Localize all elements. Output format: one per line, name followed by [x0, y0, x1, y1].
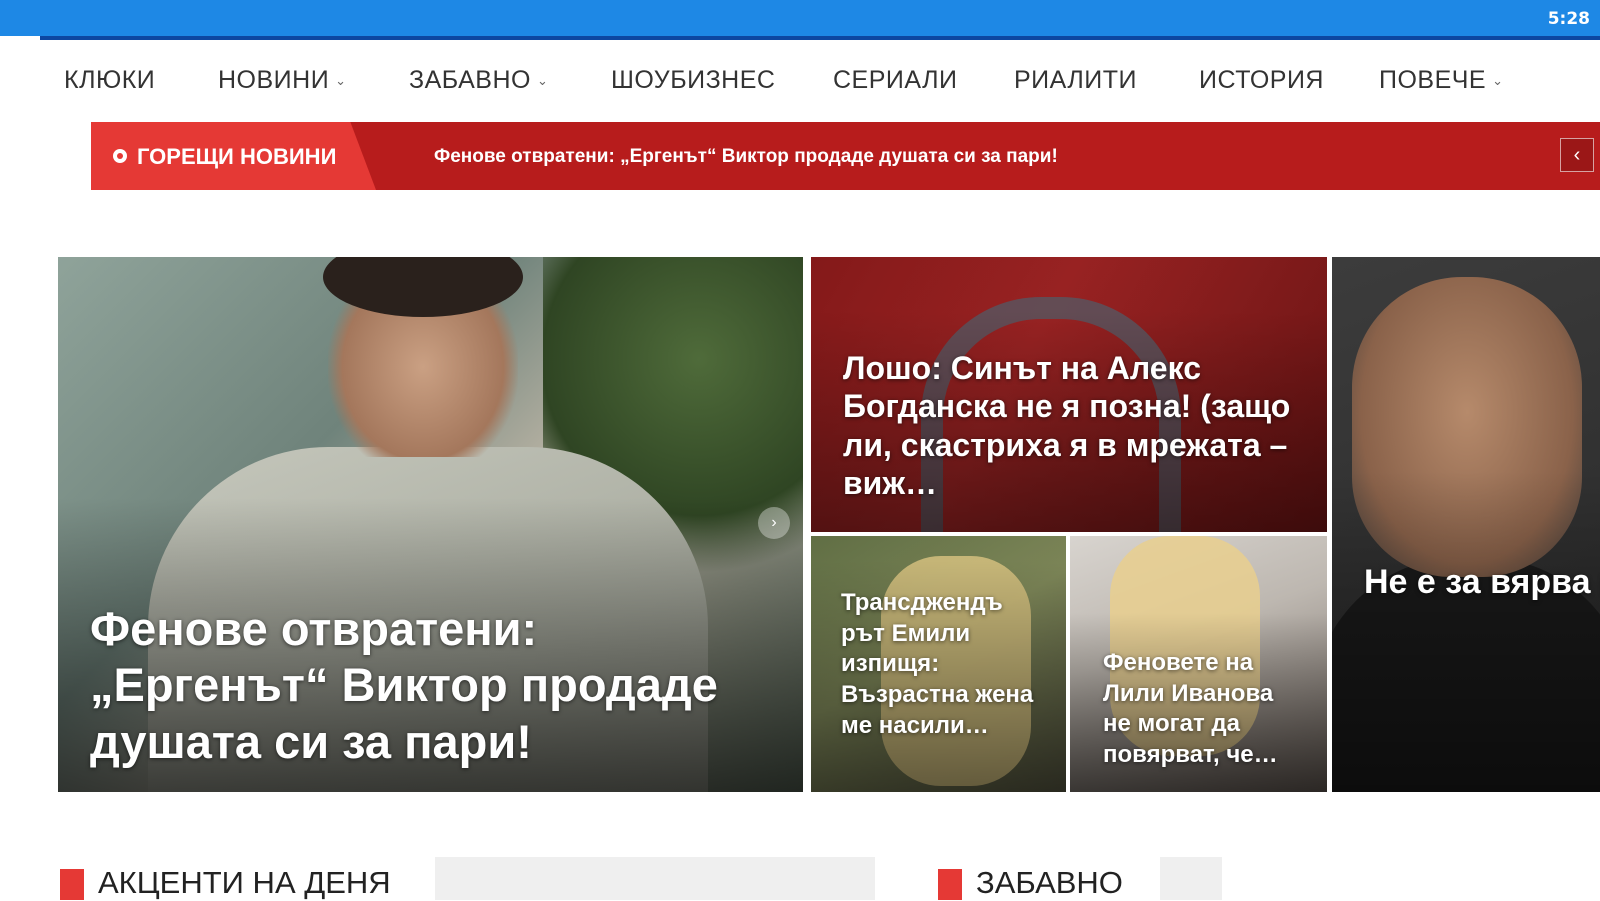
featured-top-article[interactable]: Лошо: Синът на Алекс Богданска не я позн… [811, 257, 1327, 532]
featured-right-article[interactable]: Не е за вярва какво направ Ненчо Балабан… [1332, 257, 1600, 792]
section-band [435, 857, 875, 900]
nav-item-showbiz[interactable]: ШОУБИЗНЕС [611, 66, 775, 95]
nav-item-label: НОВИНИ [218, 66, 330, 94]
section-marker [60, 869, 84, 900]
nav-item-klyuki[interactable]: КЛЮКИ [64, 66, 155, 95]
chevron-down-icon: ⌄ [335, 73, 347, 88]
status-time: 5:28 [1547, 9, 1590, 29]
nav-item-zabavno[interactable]: ЗАБАВНО ⌄ [409, 66, 548, 95]
nav-item-istoriya[interactable]: ИСТОРИЯ [1199, 66, 1324, 95]
nav-item-label: ШОУБИЗНЕС [611, 66, 776, 94]
article-title[interactable]: Трансджендъ рът Емили изпищя: Възрастна … [841, 588, 1041, 742]
nav-item-label: ПОВЕЧЕ [1379, 66, 1487, 94]
nav-item-novini[interactable]: НОВИНИ ⌄ [218, 66, 347, 95]
featured-small-article-2[interactable]: Феновете на Лили Иванова не могат да пов… [1070, 536, 1327, 792]
section-marker [938, 869, 962, 900]
chevron-right-icon: › [771, 514, 777, 531]
slider-next-button[interactable]: › [758, 507, 790, 539]
status-bar: 5:28 [0, 0, 1600, 36]
featured-small-article-1[interactable]: Трансджендъ рът Емили изпищя: Възрастна … [811, 536, 1066, 792]
breaking-news-bar: ГОРЕЩИ НОВИНИ Фенове отвратени: „Ергенът… [91, 122, 1600, 190]
section-band [1160, 857, 1222, 900]
nav-item-label: ЗАБАВНО [409, 66, 531, 94]
breaking-news-label: ГОРЕЩИ НОВИНИ [137, 144, 337, 169]
nav-item-seriali[interactable]: СЕРИАЛИ [833, 66, 957, 95]
main-nav: КЛЮКИ НОВИНИ ⌄ ЗАБАВНО ⌄ ШОУБИЗНЕС СЕРИАЛИ… [0, 56, 1600, 106]
breaking-news-label-box: ГОРЕЩИ НОВИНИ [91, 122, 376, 190]
chevron-left-icon: ‹ [1573, 143, 1581, 166]
section-header-highlights: АКЦЕНТИ НА ДЕНЯ [60, 857, 875, 900]
nav-item-label: СЕРИАЛИ [833, 66, 958, 94]
breaking-news-headline[interactable]: Фенове отвратени: „Ергенът“ Виктор прода… [434, 146, 1058, 168]
article-title[interactable]: Не е за вярва какво направ Ненчо Балабан… [1364, 562, 1600, 603]
image-overlay [1332, 257, 1600, 792]
featured-main-article[interactable]: › Фенове отвратени: „Ергенът“ Виктор про… [58, 257, 803, 792]
article-title[interactable]: Лошо: Синът на Алекс Богданска не я позн… [843, 349, 1293, 503]
section-title[interactable]: АКЦЕНТИ НА ДЕНЯ [98, 865, 391, 901]
article-title[interactable]: Фенове отвратени: „Ергенът“ Виктор прода… [90, 601, 780, 770]
nav-item-label: ИСТОРИЯ [1199, 66, 1324, 94]
status-divider [40, 36, 1600, 40]
nav-item-label: РИАЛИТИ [1014, 66, 1137, 94]
nav-item-reality[interactable]: РИАЛИТИ [1014, 66, 1137, 95]
live-dot-icon [113, 149, 127, 163]
section-header-fun: ЗАБАВНО [938, 857, 1278, 900]
section-title[interactable]: ЗАБАВНО [976, 865, 1123, 901]
chevron-down-icon: ⌄ [1492, 73, 1504, 88]
ticker-prev-button[interactable]: ‹ [1560, 138, 1594, 172]
status-edge [0, 36, 40, 40]
chevron-down-icon: ⌄ [536, 73, 549, 88]
nav-item-label: КЛЮКИ [64, 66, 156, 94]
nav-item-poveche[interactable]: ПОВЕЧЕ ⌄ [1379, 66, 1504, 95]
article-title[interactable]: Феновете на Лили Иванова не могат да пов… [1103, 648, 1303, 771]
